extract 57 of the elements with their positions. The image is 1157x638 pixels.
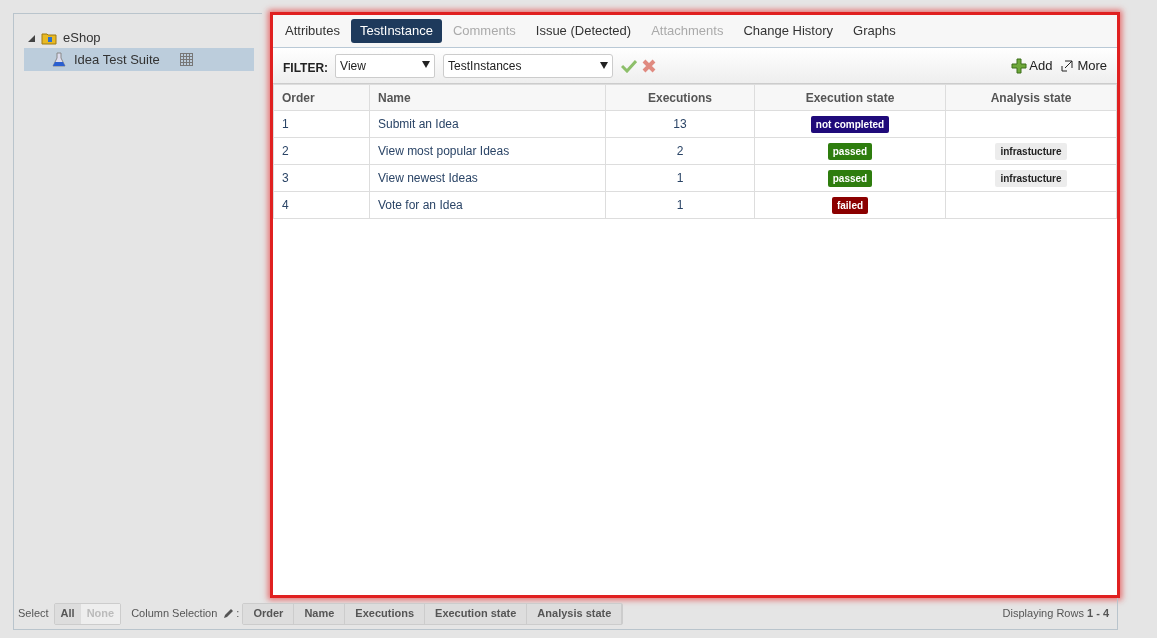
column-header[interactable]: Execution state <box>754 84 946 111</box>
column-header[interactable]: Executions <box>605 84 755 111</box>
column-header[interactable]: Analysis state <box>945 84 1117 111</box>
tab[interactable]: Attributes <box>276 19 349 43</box>
table-cell: 1 <box>273 110 370 138</box>
column-toggle-button[interactable]: Analysis state <box>527 603 623 624</box>
column-toggle-button[interactable]: Executions <box>345 603 426 624</box>
checkmark-icon[interactable] <box>621 58 638 73</box>
table-cell: 2 <box>605 137 755 165</box>
pencil-icon[interactable] <box>223 608 235 619</box>
table-cell: Submit an Idea <box>369 110 606 138</box>
column-selection-label: Column Selection <box>131 606 218 622</box>
add-button[interactable]: Add <box>1011 55 1053 76</box>
colon-text: : <box>236 606 240 622</box>
select-label: Select <box>18 606 49 622</box>
tree-item[interactable]: Idea Test Suite <box>24 48 254 71</box>
more-button[interactable]: More <box>1061 55 1107 76</box>
expand-icon <box>1061 59 1074 72</box>
select-button[interactable]: All <box>54 603 81 624</box>
column-toggle-button[interactable]: Execution state <box>425 603 528 624</box>
table-cell: Vote for an Idea <box>369 191 606 219</box>
status-badge: passed <box>827 170 873 187</box>
status-badge: not completed <box>810 116 890 133</box>
analysis-tag: infrastucture <box>995 143 1067 160</box>
analysis-tag: infrastucture <box>995 170 1067 187</box>
status-badge: passed <box>827 143 873 160</box>
column-header[interactable]: Order <box>273 84 370 111</box>
caret-icon <box>422 60 431 68</box>
table-cell: 2 <box>273 137 370 165</box>
tab[interactable]: Graphs <box>844 19 905 43</box>
column-toggle-button[interactable]: Name <box>294 603 346 624</box>
table-cell: 3 <box>273 164 370 192</box>
flask-icon <box>52 51 66 68</box>
row-count-text: Displaying Rows 1 - 4 <box>1002 606 1109 622</box>
close-icon[interactable] <box>642 58 657 73</box>
table-cell: 13 <box>605 110 755 138</box>
table-cell: 4 <box>273 191 370 219</box>
caret-icon <box>600 62 609 69</box>
tree-item-label: Idea Test Suite <box>74 50 160 69</box>
triangle-icon[interactable] <box>28 34 35 42</box>
tab[interactable]: Change History <box>734 19 843 43</box>
tab[interactable]: Issue (Detected) <box>526 19 641 43</box>
plus-icon <box>1011 57 1028 74</box>
tree-item[interactable]: eShop <box>63 28 101 48</box>
column-toggle-button[interactable]: Order <box>243 603 295 624</box>
filter-dropdown[interactable]: TestInstances <box>443 53 614 78</box>
table-cell: View newest Ideas <box>369 164 606 192</box>
table-cell: 1 <box>605 191 755 219</box>
view-dropdown[interactable]: View <box>335 53 436 78</box>
grid-icon[interactable] <box>179 53 193 66</box>
folder-icon <box>41 31 57 45</box>
table-cell: 1 <box>605 164 755 192</box>
filter-label: FILTER: <box>283 59 329 77</box>
table-cell: View most popular Ideas <box>369 137 606 165</box>
tab[interactable]: TestInstance <box>350 19 442 43</box>
column-header[interactable]: Name <box>369 84 606 111</box>
status-badge: failed <box>831 197 869 214</box>
